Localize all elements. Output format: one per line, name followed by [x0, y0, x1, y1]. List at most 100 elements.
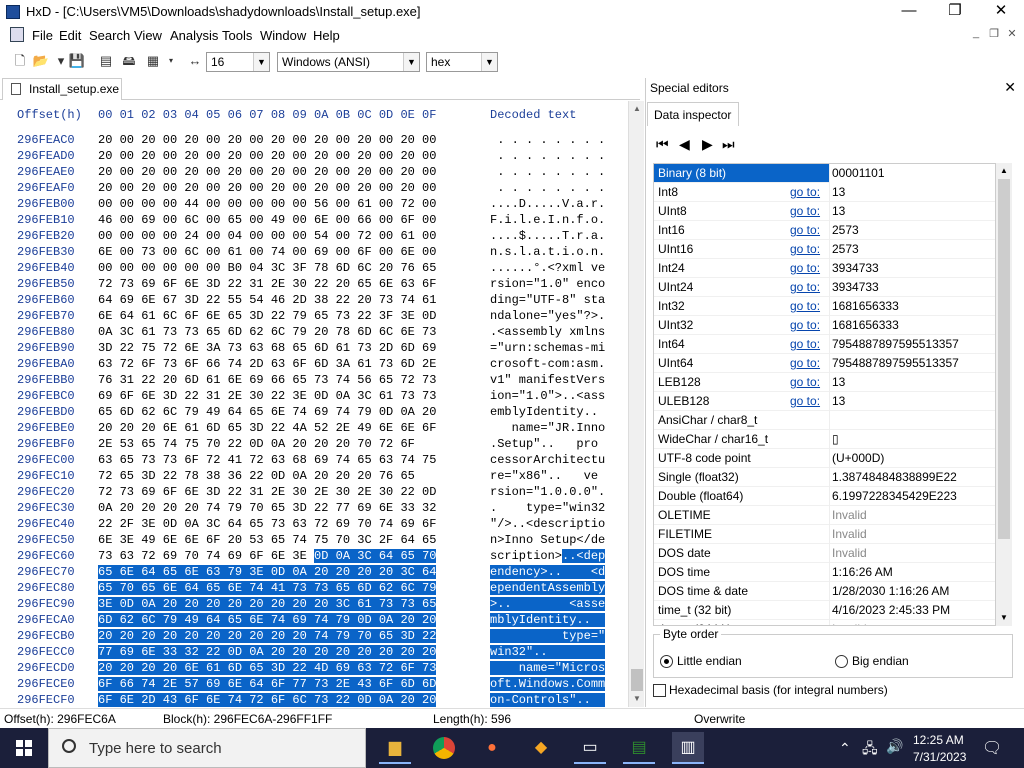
little-endian-radio[interactable] — [660, 655, 673, 668]
hex-bytes[interactable]: 65 70 65 6E 64 65 6E 74 41 73 73 65 6D 6… — [98, 580, 437, 596]
hex-bytes[interactable]: 64 69 6E 67 3D 22 55 54 46 2D 38 22 20 7… — [98, 292, 436, 308]
hex-bytes-selected[interactable]: 77 69 6E 33 32 22 0D 0A 20 20 20 20 20 2… — [98, 645, 437, 659]
hex-bytes-unselected[interactable]: 0A 20 20 20 20 74 79 70 65 3D 22 77 69 6… — [98, 501, 436, 515]
decoded-text[interactable]: name="Micros — [490, 660, 606, 676]
decoded-text-unselected[interactable]: emblyIdentity.. — [490, 405, 605, 419]
chrome-icon[interactable] — [428, 732, 460, 764]
hex-bytes-unselected[interactable]: 00 00 00 00 44 00 00 00 00 00 56 00 61 0… — [98, 197, 436, 211]
hex-bytes-unselected[interactable]: 76 31 22 20 6D 61 6E 69 66 65 73 74 56 6… — [98, 373, 436, 387]
next-icon[interactable]: ▶ — [702, 136, 713, 153]
inspector-value[interactable]: 13 — [829, 392, 995, 411]
goto-link[interactable]: go to: — [790, 297, 820, 315]
decoded-text[interactable]: ....$.....T.r.a. — [490, 228, 605, 244]
inspector-value[interactable]: 3934733 — [829, 259, 995, 278]
notifications-icon[interactable]: 🗨 — [982, 738, 1002, 758]
goto-link[interactable]: go to: — [790, 373, 820, 391]
maximize-button[interactable]: ❐ — [932, 0, 978, 24]
hex-bytes-selected[interactable]: 6F 66 74 2E 57 69 6E 64 6F 77 73 2E 43 6… — [98, 677, 437, 691]
inspector-row[interactable]: AnsiChar / char8_t — [654, 411, 995, 430]
inspector-row[interactable]: WideChar / char16_t ▯ — [654, 430, 995, 449]
menu-search[interactable]: Search — [89, 28, 130, 43]
decoded-text-unselected[interactable]: . . . . . . . . — [490, 149, 605, 163]
document-icon[interactable] — [10, 27, 24, 42]
inspector-value[interactable]: 1:16:26 AM — [829, 563, 995, 582]
decoded-text[interactable]: n>Inno Setup</de — [490, 532, 605, 548]
hex-bytes[interactable]: 6E 3E 49 6E 6E 6F 20 53 65 74 75 70 3C 2… — [98, 532, 436, 548]
inspector-value[interactable]: Invalid — [829, 525, 995, 544]
hex-bytes[interactable]: 65 6D 62 6C 79 49 64 65 6E 74 69 74 79 0… — [98, 404, 436, 420]
charset-select[interactable]: Windows (ANSI) ▼ — [277, 52, 420, 72]
bytes-per-row-select[interactable]: 16 ▼ — [206, 52, 270, 72]
tab-install-setup[interactable]: Install_setup.exe — [2, 78, 122, 100]
decoded-text[interactable]: type=" — [490, 628, 606, 644]
hex-bytes[interactable]: 65 6E 64 65 6E 63 79 3E 0D 0A 20 20 20 2… — [98, 564, 437, 580]
decoded-text-unselected[interactable]: re="x86".. ve — [490, 469, 598, 483]
decoded-text-unselected[interactable]: name="JR.Inno — [490, 421, 606, 435]
inspector-row[interactable]: UInt32 go to: 1681656333 — [654, 316, 995, 335]
inspector-value[interactable]: 7954887897595513357 — [829, 335, 995, 354]
menu-view[interactable]: View — [134, 28, 162, 43]
decoded-text-unselected[interactable]: . . . . . . . . — [490, 165, 605, 179]
hex-bytes[interactable]: 3D 22 75 72 6E 3A 73 63 68 65 6D 61 73 2… — [98, 340, 436, 356]
hex-bytes[interactable]: 0A 3C 61 73 73 65 6D 62 6C 79 20 78 6D 6… — [98, 324, 436, 340]
decoded-text[interactable]: "/>..<descriptio — [490, 516, 605, 532]
hex-bytes[interactable]: 22 2F 3E 0D 0A 3C 64 65 73 63 72 69 70 7… — [98, 516, 436, 532]
hex-bytes[interactable]: 20 00 20 00 20 00 20 00 20 00 20 00 20 0… — [98, 132, 436, 148]
decoded-text-unselected[interactable]: n.s.l.a.t.i.o.n. — [490, 245, 605, 259]
chevron-up-icon[interactable]: ⌃ — [839, 740, 851, 757]
mdi-close-icon[interactable]: ✕ — [1004, 27, 1020, 41]
goto-link[interactable]: go to: — [790, 221, 820, 239]
inspector-value[interactable] — [829, 411, 995, 430]
decoded-text[interactable]: emblyIdentity.. — [490, 404, 605, 420]
file-properties-icon[interactable]: ▤ — [97, 52, 115, 70]
decoded-text[interactable]: scription>..<dep — [490, 548, 606, 564]
hex-bytes-unselected[interactable]: 20 00 20 00 20 00 20 00 20 00 20 00 20 0… — [98, 149, 436, 163]
hex-bytes-unselected[interactable]: 46 00 69 00 6C 00 65 00 49 00 6E 00 66 0… — [98, 213, 436, 227]
inspector-row[interactable]: Binary (8 bit) 00001101 — [654, 164, 995, 183]
inspector-value[interactable]: Invalid — [829, 620, 995, 625]
inspector-value[interactable]: 1.38748484838899E22 — [829, 468, 995, 487]
file-explorer-icon[interactable]: ▆ — [379, 732, 411, 764]
inspector-row[interactable]: time_t (32 bit) 4/16/2023 2:45:33 PM — [654, 601, 995, 620]
taskbar-search[interactable]: Type here to search — [48, 728, 366, 768]
decoded-text-unselected[interactable]: ="urn:schemas-mi — [490, 341, 605, 355]
hex-bytes[interactable]: 63 72 6F 73 6F 66 74 2D 63 6F 6D 3A 61 7… — [98, 356, 436, 372]
decoded-text[interactable]: rsion="1.0" enco — [490, 276, 605, 292]
notepad-icon[interactable]: ▤ — [623, 732, 655, 764]
open-memory-icon[interactable]: ▦ — [144, 52, 162, 70]
hex-bytes[interactable]: 20 00 20 00 20 00 20 00 20 00 20 00 20 0… — [98, 180, 436, 196]
hex-bytes-unselected[interactable]: 63 72 6F 73 6F 66 74 2D 63 6F 6D 3A 61 7… — [98, 357, 436, 371]
hex-bytes[interactable]: 6E 64 61 6C 6F 6E 65 3D 22 79 65 73 22 3… — [98, 308, 436, 324]
hex-bytes[interactable]: 20 00 20 00 20 00 20 00 20 00 20 00 20 0… — [98, 164, 436, 180]
decoded-text-unselected[interactable]: n>Inno Setup</de — [490, 533, 605, 547]
decoded-text[interactable]: rsion="1.0.0.0". — [490, 484, 605, 500]
decoded-text-unselected[interactable]: rsion="1.0" enco — [490, 277, 605, 291]
hex-bytes[interactable]: 76 31 22 20 6D 61 6E 69 66 65 73 74 56 6… — [98, 372, 436, 388]
decoded-text[interactable]: ....D.....V.a.r. — [490, 196, 605, 212]
decoded-text[interactable]: crosoft-com:asm. — [490, 356, 605, 372]
decoded-text[interactable]: cessorArchitectu — [490, 452, 605, 468]
inspector-row[interactable]: UInt64 go to: 7954887897595513357 — [654, 354, 995, 373]
hex-bytes[interactable]: 63 65 73 73 6F 72 41 72 63 68 69 74 65 6… — [98, 452, 436, 468]
inspector-value[interactable]: 1681656333 — [829, 297, 995, 316]
decoded-text-unselected[interactable]: ......°.<?xml ve — [490, 261, 605, 275]
inspector-row[interactable]: DOS date Invalid — [654, 544, 995, 563]
menu-tools[interactable]: Tools — [222, 28, 252, 43]
save-icon[interactable]: 💾 — [68, 52, 86, 70]
hex-bytes-unselected[interactable]: 6E 64 61 6C 6F 6E 65 3D 22 79 65 73 22 3… — [98, 309, 436, 323]
inspector-value[interactable]: 13 — [829, 373, 995, 392]
hex-bytes[interactable]: 6F 6E 2D 43 6F 6E 74 72 6F 6C 73 22 0D 0… — [98, 692, 437, 708]
decoded-text-unselected[interactable]: "/>..<descriptio — [490, 517, 605, 531]
menu-analysis[interactable]: Analysis — [170, 28, 218, 43]
inspector-row[interactable]: Int32 go to: 1681656333 — [654, 297, 995, 316]
volume-icon[interactable]: 🔊 — [886, 738, 903, 755]
inspector-row[interactable]: OLETIME Invalid — [654, 506, 995, 525]
decoded-text-unselected[interactable]: ndalone="yes"?>. — [490, 309, 605, 323]
decoded-text-unselected[interactable]: rsion="1.0.0.0". — [490, 485, 605, 499]
menu-help[interactable]: Help — [313, 28, 340, 43]
decoded-text[interactable]: >.. <asse — [490, 596, 606, 612]
hex-bytes-selected[interactable]: 65 70 65 6E 64 65 6E 74 41 73 73 65 6D 6… — [98, 581, 437, 595]
hex-bytes[interactable]: 72 73 69 6F 6E 3D 22 31 2E 30 22 20 65 6… — [98, 276, 436, 292]
hex-bytes[interactable]: 20 20 20 20 6E 61 6D 65 3D 22 4D 69 63 7… — [98, 660, 437, 676]
decoded-text-selected[interactable]: endency>.. <d — [490, 565, 606, 579]
